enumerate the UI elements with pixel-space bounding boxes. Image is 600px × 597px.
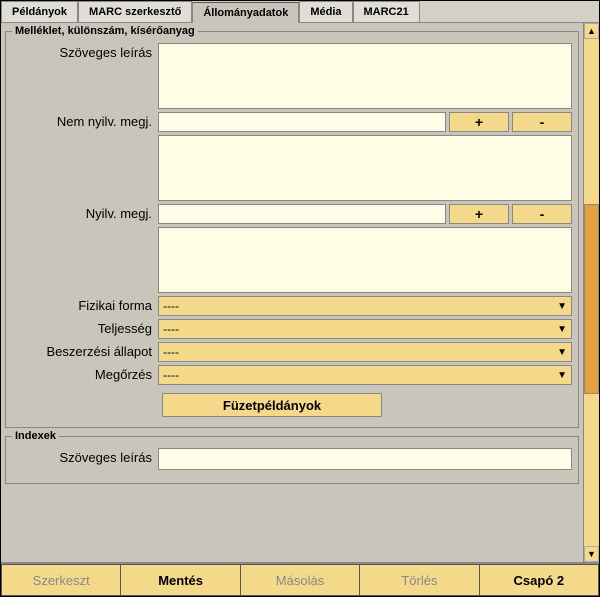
btn-masolas[interactable]: Másolás [241, 564, 360, 596]
tab-marc21[interactable]: MARC21 [353, 1, 420, 22]
input-nem-nyilv-megj[interactable] [158, 112, 446, 132]
textarea-nem-nyilv-megj[interactable] [158, 135, 572, 201]
scroll-up-icon[interactable]: ▲ [584, 23, 599, 39]
select-beszerzesi-allapot[interactable]: ---- ▼ [158, 342, 572, 362]
label-nem-nyilv: Nem nyilv. megj. [12, 112, 158, 129]
input-nyilv-megj[interactable] [158, 204, 446, 224]
label-megorzes: Megőrzés [12, 365, 158, 382]
label-teljesseg: Teljesség [12, 319, 158, 336]
bottom-toolbar: Szerkeszt Mentés Másolás Törlés Csapó 2 [1, 562, 599, 596]
label-szoveges: Szöveges leírás [12, 43, 158, 60]
content-pane: Melléklet, különszám, kísérőanyag Szöveg… [1, 23, 583, 562]
scroll-thumb[interactable] [584, 204, 599, 394]
tab-allomanyadatok[interactable]: Állományadatok [192, 2, 299, 23]
legend-indexek: Indexek [12, 430, 59, 442]
label-nyilv: Nyilv. megj. [12, 204, 158, 221]
tab-media[interactable]: Média [299, 1, 352, 22]
btn-nyilv-plus[interactable]: + [449, 204, 509, 224]
vertical-scrollbar[interactable]: ▲ ▼ [583, 23, 599, 562]
label-beszerzesi: Beszerzési állapot [12, 342, 158, 359]
btn-csapo[interactable]: Csapó 2 [480, 564, 599, 596]
btn-szerkeszt[interactable]: Szerkeszt [1, 564, 121, 596]
scroll-track[interactable] [584, 39, 599, 546]
tab-marc-szerkeszto[interactable]: MARC szerkesztő [78, 1, 192, 22]
fieldset-indexek: Indexek Szöveges leírás [5, 430, 579, 484]
select-fizikai-forma[interactable]: ---- ▼ [158, 296, 572, 316]
scroll-down-icon[interactable]: ▼ [584, 546, 599, 562]
input-index-szoveges[interactable] [158, 448, 572, 470]
tab-bar: Példányok MARC szerkesztő Állományadatok… [1, 1, 599, 23]
select-teljesseg[interactable]: ---- ▼ [158, 319, 572, 339]
chevron-down-icon: ▼ [557, 301, 567, 312]
chevron-down-icon: ▼ [557, 370, 567, 381]
legend-melleklet: Melléklet, különszám, kísérőanyag [12, 25, 198, 37]
btn-nem-nyilv-plus[interactable]: + [449, 112, 509, 132]
fieldset-melleklet: Melléklet, különszám, kísérőanyag Szöveg… [5, 25, 579, 428]
btn-fuzetpeldanyok[interactable]: Füzetpéldányok [162, 393, 382, 417]
chevron-down-icon: ▼ [557, 347, 567, 358]
btn-nem-nyilv-minus[interactable]: - [512, 112, 572, 132]
btn-nyilv-minus[interactable]: - [512, 204, 572, 224]
textarea-nyilv-megj[interactable] [158, 227, 572, 293]
btn-mentes[interactable]: Mentés [121, 564, 240, 596]
tab-peldanyok[interactable]: Példányok [1, 1, 78, 22]
textarea-szoveges-leiras[interactable] [158, 43, 572, 109]
label-fizikai: Fizikai forma [12, 296, 158, 313]
chevron-down-icon: ▼ [557, 324, 567, 335]
btn-torles[interactable]: Törlés [360, 564, 479, 596]
label-index-szoveges: Szöveges leírás [12, 448, 158, 465]
select-megorzes[interactable]: ---- ▼ [158, 365, 572, 385]
